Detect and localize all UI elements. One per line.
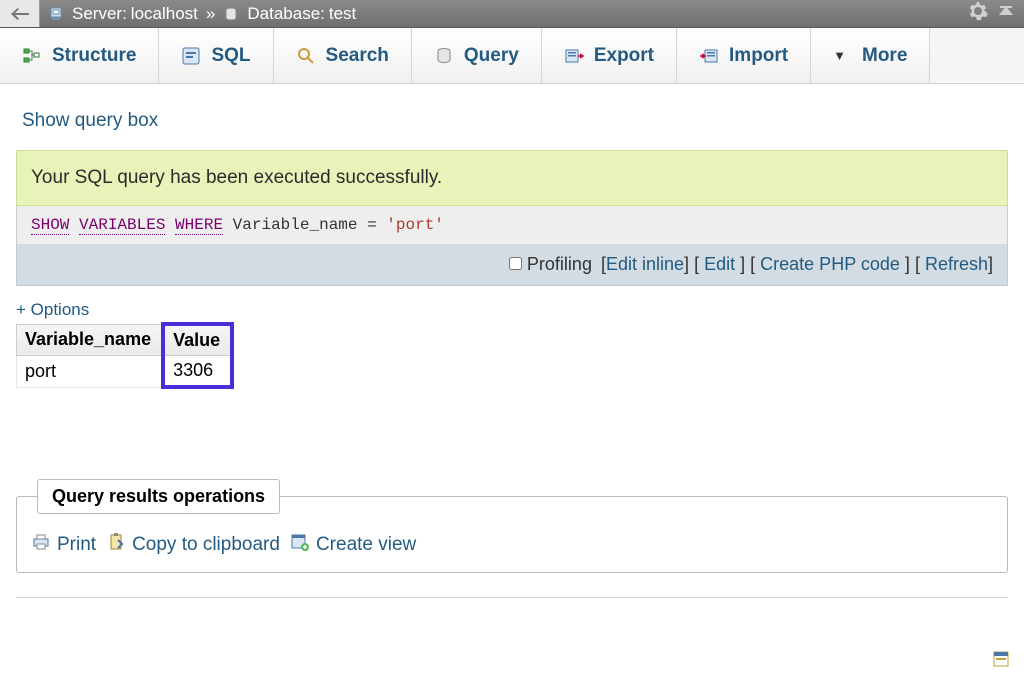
sql-icon bbox=[181, 46, 201, 66]
server-label: Server: bbox=[72, 4, 127, 24]
bracket: [ bbox=[694, 254, 704, 274]
profiling-checkbox[interactable] bbox=[509, 257, 522, 270]
cell-value: 3306 bbox=[163, 356, 232, 388]
structure-icon bbox=[22, 46, 42, 66]
footer-divider bbox=[16, 597, 1008, 598]
success-message: Your SQL query has been executed success… bbox=[16, 150, 1008, 206]
sql-actions-bar: Profiling [ Edit inline] [ Edit ] [ Creat… bbox=[16, 244, 1008, 286]
options-toggle[interactable]: + Options bbox=[16, 300, 1008, 320]
copy-clipboard-link[interactable]: Copy to clipboard bbox=[106, 532, 280, 558]
edit-link[interactable]: Edit bbox=[704, 254, 735, 274]
tab-label: Import bbox=[729, 45, 788, 67]
search-icon bbox=[296, 46, 316, 66]
print-label: Print bbox=[57, 534, 96, 556]
sql-keyword: VARIABLES bbox=[79, 216, 165, 235]
query-results-operations: Query results operations Print Copy to c… bbox=[16, 479, 1008, 573]
bracket: [ bbox=[915, 254, 925, 274]
tab-structure[interactable]: Structure bbox=[0, 28, 159, 83]
column-header-value[interactable]: Value bbox=[163, 324, 232, 356]
show-query-box-link[interactable]: Show query box bbox=[22, 110, 1002, 132]
bracket: ] bbox=[735, 254, 745, 274]
tab-label: SQL bbox=[211, 45, 250, 67]
tab-label: Export bbox=[594, 45, 654, 67]
clipboard-icon bbox=[106, 532, 126, 558]
print-icon bbox=[31, 532, 51, 558]
sql-keyword: SHOW bbox=[31, 216, 69, 235]
bracket: ] bbox=[988, 254, 993, 274]
tab-label: Structure bbox=[52, 45, 136, 67]
dropdown-icon: ▼ bbox=[833, 48, 846, 63]
profiling-label: Profiling bbox=[527, 254, 592, 274]
tab-search[interactable]: Search bbox=[274, 28, 412, 83]
import-icon bbox=[699, 46, 719, 66]
create-php-link[interactable]: Create PHP code bbox=[760, 254, 900, 274]
tab-bar: Structure SQL Search Query Export Import… bbox=[0, 28, 1024, 84]
server-icon bbox=[48, 6, 64, 22]
print-link[interactable]: Print bbox=[31, 532, 96, 558]
edit-inline-link[interactable]: Edit inline bbox=[606, 254, 684, 274]
query-icon bbox=[434, 46, 454, 66]
tab-import[interactable]: Import bbox=[677, 28, 811, 83]
cell-variable-name: port bbox=[17, 356, 164, 388]
refresh-link[interactable]: Refresh bbox=[925, 254, 988, 274]
back-button[interactable] bbox=[0, 0, 40, 27]
database-icon bbox=[223, 6, 239, 22]
create-view-icon bbox=[290, 532, 310, 558]
database-name-link[interactable]: test bbox=[329, 4, 356, 24]
results-table: Variable_name Value port 3306 bbox=[16, 322, 234, 389]
bookmark-icon[interactable] bbox=[992, 650, 1010, 668]
breadcrumb-bar: Server: localhost » Database: test bbox=[0, 0, 1024, 28]
operations-legend: Query results operations bbox=[37, 479, 280, 514]
breadcrumb-separator: » bbox=[206, 4, 215, 24]
bracket: ] bbox=[684, 254, 689, 274]
sql-keyword: WHERE bbox=[175, 216, 223, 235]
copy-label: Copy to clipboard bbox=[132, 534, 280, 556]
tab-query[interactable]: Query bbox=[412, 28, 542, 83]
create-view-link[interactable]: Create view bbox=[290, 532, 416, 558]
database-label: Database: bbox=[247, 4, 325, 24]
gear-icon[interactable] bbox=[968, 1, 988, 26]
bracket: [ bbox=[750, 254, 760, 274]
table-row: port 3306 bbox=[17, 356, 233, 388]
export-icon bbox=[564, 46, 584, 66]
column-header-variable-name[interactable]: Variable_name bbox=[17, 324, 164, 356]
tab-sql[interactable]: SQL bbox=[159, 28, 273, 83]
bracket: ] bbox=[900, 254, 910, 274]
server-name-link[interactable]: localhost bbox=[131, 4, 198, 24]
tab-more[interactable]: ▼ More bbox=[811, 28, 930, 83]
tab-label: Search bbox=[326, 45, 389, 67]
table-header-row: Variable_name Value bbox=[17, 324, 233, 356]
tab-label: More bbox=[862, 45, 907, 67]
main-content: Show query box Your SQL query has been e… bbox=[0, 84, 1024, 616]
sql-text: Variable_name = bbox=[233, 216, 387, 234]
create-view-label: Create view bbox=[316, 534, 416, 556]
executed-sql: SHOW VARIABLES WHERE Variable_name = 'po… bbox=[16, 206, 1008, 244]
tab-label: Query bbox=[464, 45, 519, 67]
collapse-icon[interactable] bbox=[996, 1, 1016, 26]
tab-export[interactable]: Export bbox=[542, 28, 677, 83]
sql-string: 'port' bbox=[386, 216, 444, 234]
